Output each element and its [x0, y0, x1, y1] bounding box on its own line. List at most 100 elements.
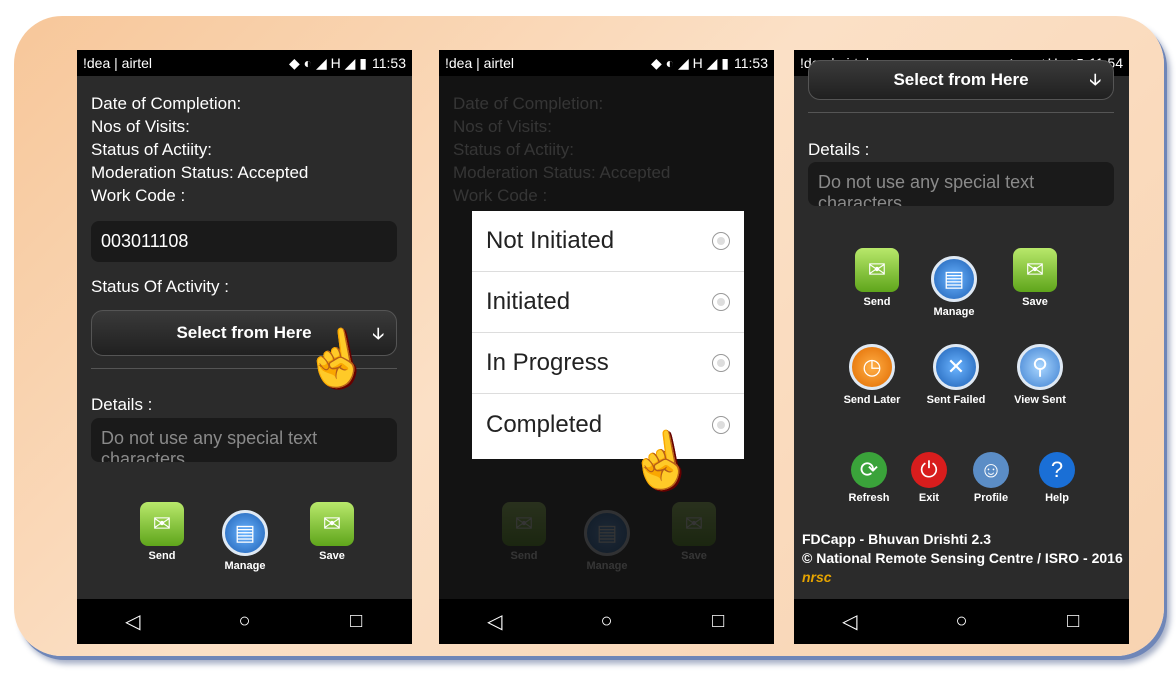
manage-icon: ▤ — [931, 256, 977, 302]
date-label: Date of Completion: — [91, 94, 242, 113]
select-label: Select from Here — [893, 70, 1029, 89]
save-button[interactable]: ✉ Save — [1000, 248, 1070, 308]
send-later-label: Send Later — [843, 394, 901, 406]
send-button[interactable]: ✉ Send — [127, 502, 197, 562]
manage-icon: ▤ — [222, 510, 268, 556]
signal-icons: ◆ ◐ ◢ H ◢ ▮ — [650, 54, 729, 71]
home-button[interactable]: ○ — [576, 610, 636, 633]
exit-button[interactable]: ⏻ Exit — [894, 452, 964, 504]
carrier-label: !dea | airtel — [445, 55, 515, 71]
exit-label: Exit — [918, 492, 940, 504]
manage-label: Manage — [933, 306, 975, 318]
sent-failed-button[interactable]: ✕ Sent Failed — [921, 344, 991, 406]
save-envelope-icon: ✉ — [310, 502, 354, 546]
option-in-progress[interactable]: In Progress — [472, 333, 744, 394]
power-icon: ⏻ — [911, 452, 947, 488]
workcode-field[interactable]: 003011108 — [91, 221, 397, 262]
details-placeholder: Do not use any special text characters — [818, 172, 1035, 206]
clock: 11:53 — [372, 55, 406, 71]
profile-label: Profile — [973, 492, 1009, 504]
recent-button[interactable]: □ — [326, 610, 386, 633]
arrow-down-icon: 🡣 — [1089, 72, 1102, 89]
option-label: Not Initiated — [486, 227, 615, 254]
save-envelope-icon: ✉ — [1013, 248, 1057, 292]
recent-button[interactable]: □ — [688, 610, 748, 633]
moderation-label: Moderation Status: Accepted — [91, 163, 309, 182]
option-initiated[interactable]: Initiated — [472, 272, 744, 333]
activity-info: Date of Completion: Nos of Visits: Statu… — [91, 92, 308, 207]
status-options-dialog: Not Initiated Initiated In Progress Comp… — [472, 211, 744, 459]
radio-icon — [712, 354, 730, 372]
send-button[interactable]: ✉ Send — [842, 248, 912, 308]
status-bar: !dea | airtel ◆ ◐ ◢ H ◢ ▮ 11:53 — [77, 50, 412, 76]
status-label: Status of Actiity: — [91, 140, 212, 159]
status-bar: !dea | airtel ◆ ◐ ◢ H ◢ ▮ 11:53 — [439, 50, 774, 76]
option-not-initiated[interactable]: Not Initiated — [472, 211, 744, 272]
manage-label: Manage — [224, 560, 266, 572]
help-button[interactable]: ? Help — [1022, 452, 1092, 504]
magnifier-icon: ⚲ — [1017, 344, 1063, 390]
save-label: Save — [1022, 296, 1048, 308]
app-version: FDCapp - Bhuvan Drishti 2.3 — [802, 531, 992, 547]
recent-button[interactable]: □ — [1043, 610, 1103, 633]
clock-icon: ◷ — [849, 344, 895, 390]
radio-icon — [712, 293, 730, 311]
help-label: Help — [1045, 492, 1069, 504]
phone-screen-2: !dea | airtel ◆ ◐ ◢ H ◢ ▮11:53 Date of C… — [439, 50, 774, 644]
manage-button[interactable]: ▤ Manage — [919, 256, 989, 318]
nrsc-logo-text: nrsc — [802, 569, 832, 585]
send-later-button[interactable]: ◷ Send Later — [837, 344, 907, 406]
copyright: © National Remote Sensing Centre / ISRO … — [802, 550, 1123, 566]
back-button[interactable]: ◁ — [103, 609, 163, 634]
back-button[interactable]: ◁ — [820, 609, 880, 634]
home-button[interactable]: ○ — [931, 610, 991, 633]
phone-screen-3: !dea | airtel ◆ ◐ ◢ H ◢ ▮11:54 Select fr… — [794, 50, 1129, 644]
details-label: Details : — [91, 395, 153, 414]
option-completed[interactable]: Completed — [472, 394, 744, 455]
profile-button[interactable]: ☺ Profile — [956, 452, 1026, 504]
refresh-label: Refresh — [848, 492, 890, 504]
option-label: Completed — [486, 410, 603, 438]
pointer-hand-icon: ☝ — [622, 425, 699, 497]
send-envelope-icon: ✉ — [140, 502, 184, 546]
send-label: Send — [148, 550, 176, 562]
save-label: Save — [319, 550, 345, 562]
save-button[interactable]: ✉ Save — [297, 502, 367, 562]
details-field[interactable]: Do not use any special text characters — [808, 162, 1114, 206]
refresh-icon: ⟳ — [851, 452, 887, 488]
view-sent-label: View Sent — [1014, 394, 1066, 406]
arrow-down-icon: 🡣 — [372, 326, 385, 343]
send-envelope-icon: ✉ — [855, 248, 899, 292]
nav-bar: ◁ ○ □ — [439, 599, 774, 644]
option-label: In Progress — [486, 349, 609, 376]
manage-button[interactable]: ▤ Manage — [210, 510, 280, 572]
workcode-label: Work Code : — [91, 186, 186, 205]
send-label: Send — [863, 296, 891, 308]
phone-screen-1: !dea | airtel ◆ ◐ ◢ H ◢ ▮ 11:53 Date of C… — [77, 50, 412, 644]
home-button[interactable]: ○ — [214, 610, 274, 633]
option-label: Initiated — [486, 288, 571, 315]
radio-icon — [712, 415, 730, 434]
status-select[interactable]: Select from Here 🡣 — [808, 60, 1114, 100]
back-button[interactable]: ◁ — [465, 609, 525, 634]
divider — [808, 112, 1114, 113]
visits-label: Nos of Visits: — [91, 117, 190, 136]
footer: FDCapp - Bhuvan Drishti 2.3 © National R… — [794, 530, 1129, 587]
carrier-label: !dea | airtel — [83, 55, 153, 71]
help-icon: ? — [1039, 452, 1075, 488]
nav-bar: ◁ ○ □ — [77, 599, 412, 644]
details-placeholder: Do not use any special text characters — [101, 428, 318, 462]
activity-label: Status Of Activity : — [91, 277, 229, 296]
radio-icon — [712, 232, 730, 250]
view-sent-button[interactable]: ⚲ View Sent — [1005, 344, 1075, 406]
profile-icon: ☺ — [973, 452, 1009, 488]
nav-bar: ◁ ○ □ — [794, 599, 1129, 644]
select-label: Select from Here — [176, 323, 312, 342]
sent-failed-icon: ✕ — [933, 344, 979, 390]
signal-icons: ◆ ◐ ◢ H ◢ ▮ — [288, 54, 367, 71]
clock: 11:53 — [734, 55, 768, 71]
sent-failed-label: Sent Failed — [926, 394, 986, 406]
details-field[interactable]: Do not use any special text characters — [91, 418, 397, 462]
details-label: Details : — [808, 140, 870, 159]
pointer-hand-icon: ☝ — [297, 323, 374, 395]
